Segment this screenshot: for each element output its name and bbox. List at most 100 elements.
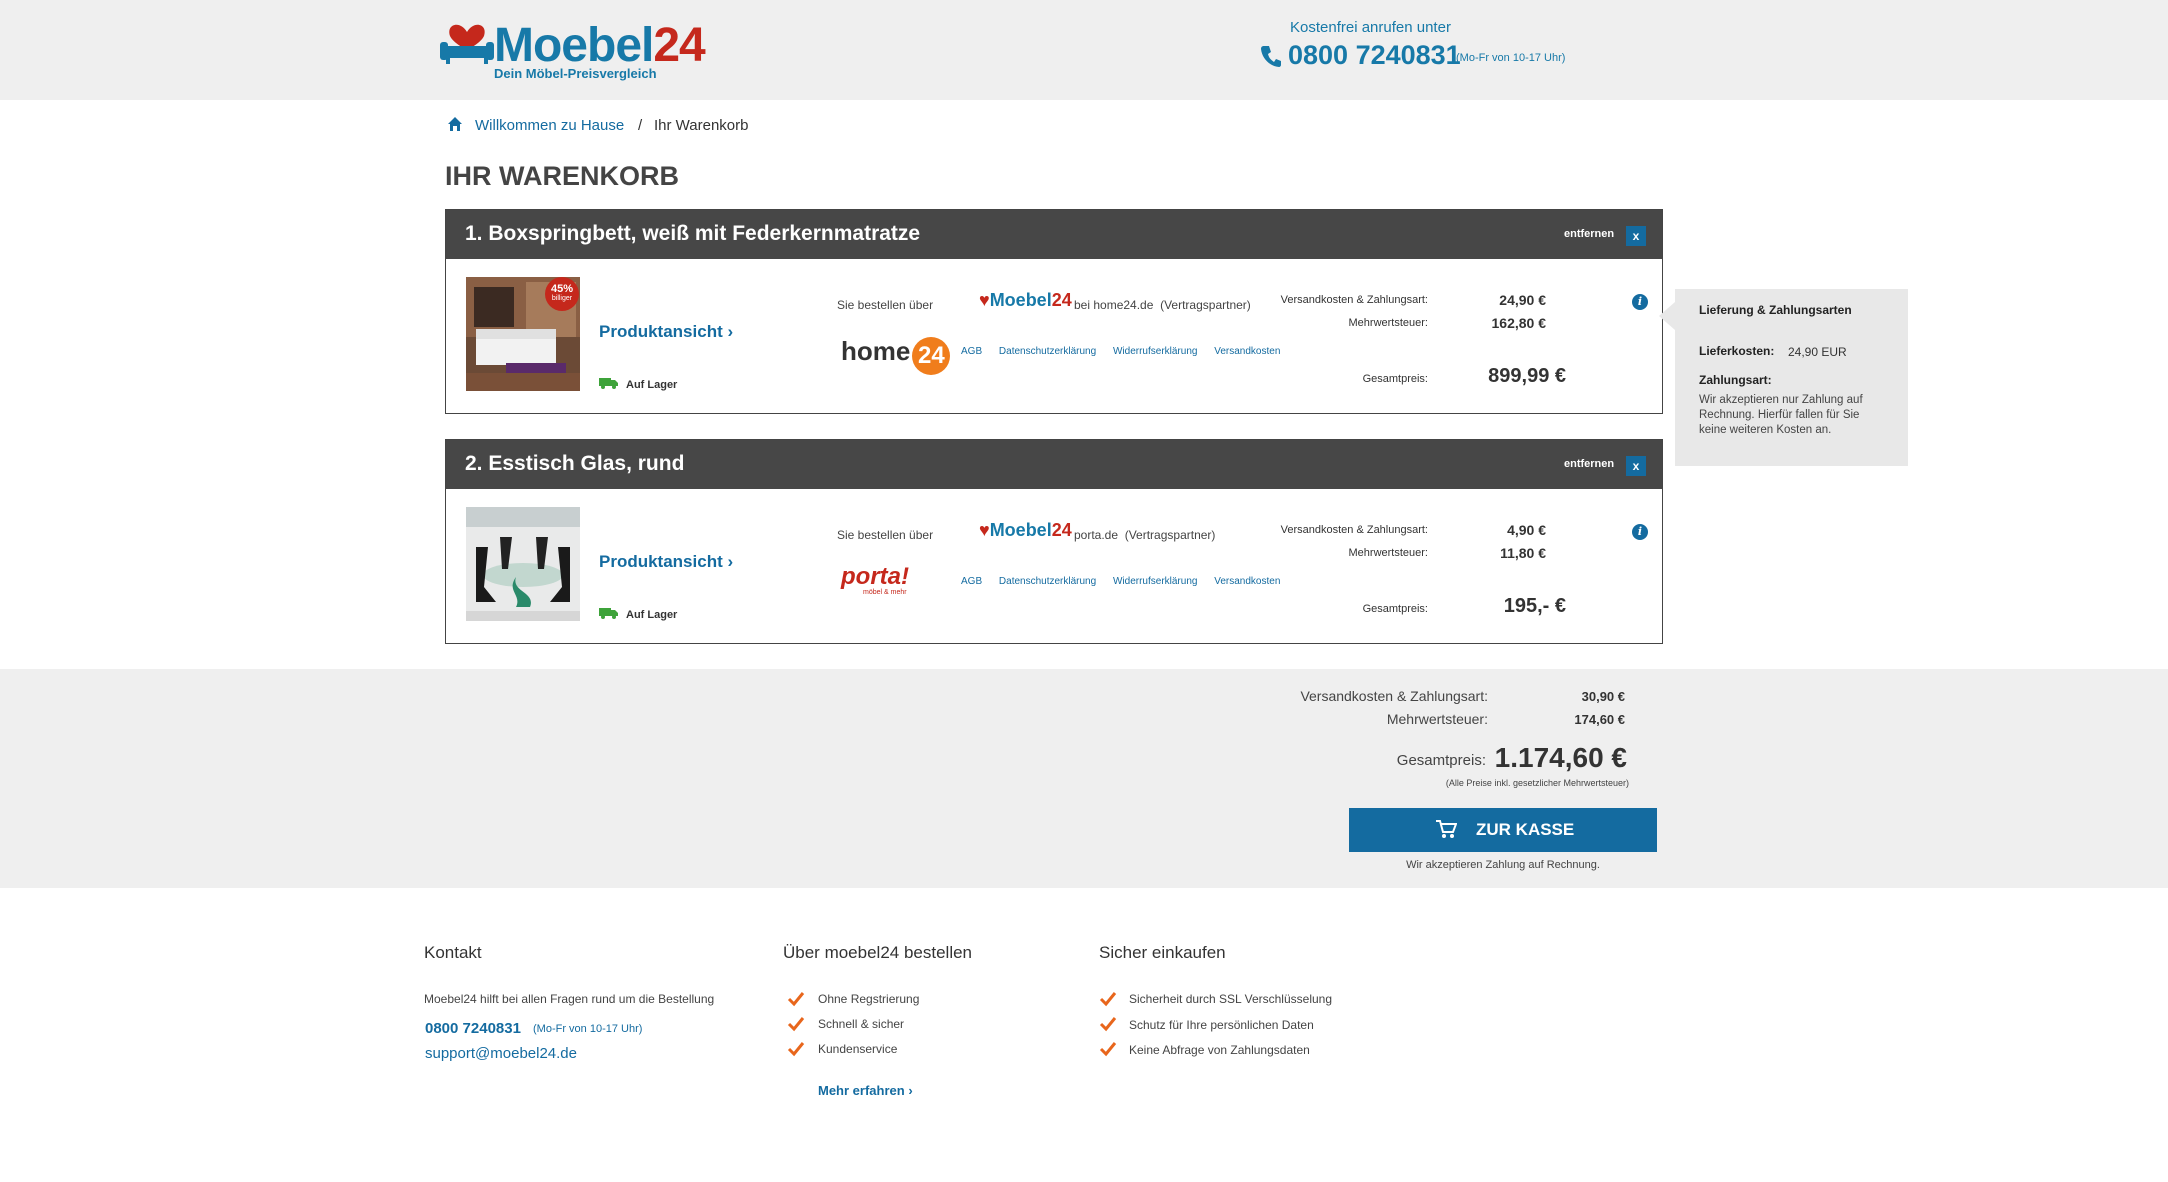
footer-contact-text: Moebel24 hilft bei allen Fragen rund um …: [424, 992, 715, 1006]
footer-secure-point: Sicherheit durch SSL Verschlüsselung: [1129, 992, 1333, 1006]
order-summary: Versandkosten & Zahlungsart: 30,90 € Meh…: [0, 669, 2168, 888]
link-agb[interactable]: AGB: [961, 346, 982, 357]
remove-link[interactable]: entfernen: [1564, 228, 1614, 240]
product-view-link[interactable]: Produktansicht ›: [599, 322, 733, 342]
checkout-label: ZUR KASSE: [1476, 820, 1575, 839]
link-agb[interactable]: AGB: [961, 576, 982, 587]
shop-logo-home24[interactable]: home24 home24: [841, 336, 951, 375]
link-privacy[interactable]: Datenschutzerklärung: [999, 576, 1096, 587]
truck-icon: [599, 378, 618, 389]
partner-name: bei home24.de (Vertragspartner): [1074, 298, 1251, 312]
product-image[interactable]: [466, 507, 580, 621]
breadcrumb-separator: /: [638, 117, 643, 134]
legal-links: AGB Datenschutzerklärung Widerrufserklär…: [961, 576, 1294, 587]
product-view-link[interactable]: Produktansicht ›: [599, 552, 733, 572]
footer-contact-title: Kontakt: [424, 943, 482, 962]
mini-logo-num: 24: [1051, 290, 1072, 310]
chevron-right-icon: ›: [727, 552, 734, 571]
footer-hours: (Mo-Fr von 10-17 Uhr): [533, 1023, 643, 1035]
logo-tagline: Dein Möbel-Preisvergleich: [494, 66, 657, 81]
check-icon: [1099, 1017, 1117, 1032]
shipping-value: 4,90 €: [1507, 522, 1546, 538]
shipping-label: Versandkosten & Zahlungsart:: [1280, 524, 1428, 536]
shipping-value: 24,90 €: [1499, 292, 1546, 308]
footer-secure-point: Keine Abfrage von Zahlungsdaten: [1129, 1043, 1310, 1057]
footer-secure-title: Sicher einkaufen: [1099, 943, 1226, 962]
cart-icon: [1436, 820, 1457, 838]
cart-item: 1. Boxspringbett, weiß mit Federkernmatr…: [445, 209, 1663, 414]
logo-sofa-icon: [440, 24, 494, 64]
vat-label: Mehrwertsteuer:: [1348, 547, 1428, 559]
check-icon: [787, 992, 805, 1007]
hotline-hours: (Mo-Fr von 10-17 Uhr): [1456, 52, 1566, 64]
cart-item-title: 1. Boxspringbett, weiß mit Federkernmatr…: [465, 222, 921, 245]
popover-payment-text: Wir akzeptieren nur Zahlung auf Rechnung…: [1699, 394, 1863, 436]
moebel24-mini-logo: ♥Moebel24: [979, 520, 1072, 540]
chevron-right-icon: ›: [908, 1083, 913, 1098]
cart-item: 2. Esstisch Glas, rund entfernen x Produ…: [445, 439, 1663, 644]
footer-order-point: Kundenservice: [818, 1042, 898, 1056]
mini-logo-text: Moebel: [989, 520, 1052, 540]
check-icon: [1099, 992, 1117, 1007]
discount-badge-label: billiger: [551, 295, 573, 302]
shop-logo-porta[interactable]: porta! möbel & mehr: [841, 563, 909, 597]
legal-links: AGB Datenschutzerklärung Widerrufserklär…: [961, 346, 1294, 357]
cart-item-header: 2. Esstisch Glas, rund entfernen x: [446, 440, 1662, 489]
vat-label: Mehrwertsteuer:: [1348, 317, 1428, 329]
truck-icon: [599, 608, 618, 619]
chevron-right-icon: ›: [727, 322, 734, 341]
info-icon[interactable]: i: [1632, 524, 1648, 540]
popover-arrow: [1659, 302, 1675, 330]
footer-phone[interactable]: 0800 7240831: [425, 1020, 521, 1037]
hotline-number[interactable]: 0800 7240831: [1288, 40, 1461, 71]
footer-more-link[interactable]: Mehr erfahren ›: [818, 1083, 913, 1098]
info-icon[interactable]: i: [1632, 294, 1648, 310]
summary-total-value: 1.174,60 €: [1494, 742, 1627, 773]
total-label: Gesamtpreis:: [1362, 373, 1428, 385]
link-withdrawal[interactable]: Widerrufserklärung: [1113, 346, 1197, 357]
partner-name: porta.de (Vertragspartner): [1074, 528, 1215, 542]
popover-delivery-value: 24,90 EUR: [1788, 345, 1847, 359]
remove-link[interactable]: entfernen: [1564, 458, 1614, 470]
order-via-label: Sie bestellen über: [837, 528, 934, 542]
summary-vat-note: (Alle Preise inkl. gesetzlicher Mehrwert…: [1445, 778, 1629, 788]
footer-secure-point: Schutz für Ihre persönlichen Daten: [1129, 1018, 1314, 1032]
total-value: 899,99 €: [1488, 365, 1566, 387]
check-icon: [787, 1042, 805, 1057]
vat-value: 162,80 €: [1491, 315, 1547, 331]
link-shipping[interactable]: Versandkosten: [1214, 576, 1280, 587]
shop-logo-sub: möbel & mehr: [863, 589, 907, 596]
footer-order-title: Über moebel24 bestellen: [783, 943, 973, 962]
summary-shipping-value: 30,90 €: [1581, 689, 1625, 704]
breadcrumb-home[interactable]: Willkommen zu Hause: [475, 117, 624, 134]
link-shipping[interactable]: Versandkosten: [1214, 346, 1280, 357]
cart-item-header: 1. Boxspringbett, weiß mit Federkernmatr…: [446, 210, 1662, 259]
site-header: [0, 0, 2168, 100]
cart-item-title: 2. Esstisch Glas, rund: [465, 452, 685, 475]
remove-button[interactable]: x: [1626, 226, 1646, 246]
checkout-button[interactable]: ZUR KASSE: [1349, 808, 1657, 852]
mini-logo-text: Moebel: [989, 290, 1052, 310]
moebel24-mini-logo: ♥Moebel24: [979, 290, 1072, 310]
link-withdrawal[interactable]: Widerrufserklärung: [1113, 576, 1197, 587]
page-title: IHR WARENKORB: [445, 161, 679, 191]
home-icon[interactable]: [447, 116, 463, 132]
popover-delivery-label: Lieferkosten:: [1699, 344, 1775, 358]
partner-shop: bei home24.de: [1074, 298, 1154, 312]
link-privacy[interactable]: Datenschutzerklärung: [999, 346, 1096, 357]
logo-text[interactable]: Moebel24: [494, 20, 706, 72]
check-icon: [787, 1017, 805, 1032]
remove-button[interactable]: x: [1626, 456, 1646, 476]
summary-vat-label: Mehrwertsteuer:: [1386, 711, 1488, 727]
product-view-label: Produktansicht: [599, 552, 723, 571]
stock-status: Auf Lager: [626, 379, 678, 391]
hotline-label: Kostenfrei anrufen unter: [1290, 19, 1451, 36]
discount-badge: 45% billiger: [545, 277, 579, 311]
total-value: 195,- €: [1503, 595, 1566, 617]
popover-payment-label: Zahlungsart:: [1699, 373, 1772, 387]
order-via-label: Sie bestellen über: [837, 298, 934, 312]
mini-logo-num: 24: [1051, 520, 1072, 540]
shop-logo-text: porta!: [841, 563, 909, 590]
payment-note: Wir akzeptieren Zahlung auf Rechnung.: [1406, 859, 1600, 871]
footer-email[interactable]: support@moebel24.de: [425, 1045, 577, 1062]
